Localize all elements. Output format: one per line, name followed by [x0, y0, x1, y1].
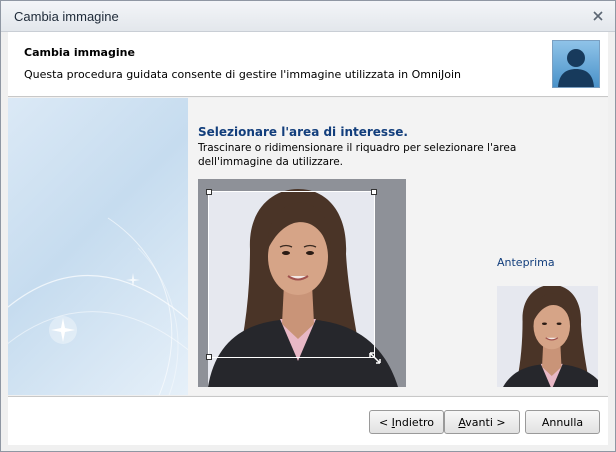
crop-handle-top-left[interactable]: [206, 189, 212, 195]
preview-image: [497, 286, 598, 387]
back-label-rest: ndietro: [394, 415, 435, 429]
header-description: Questa procedura guidata consente di ges…: [24, 68, 462, 81]
next-button[interactable]: Avanti >: [444, 410, 520, 434]
section-title: Selezionare l'area di interesse.: [198, 125, 408, 139]
wizard-content: Selezionare l'area di interesse. Trascin…: [188, 98, 608, 395]
crop-selection-rectangle[interactable]: [206, 189, 381, 364]
header-title: Cambia immagine: [24, 46, 135, 59]
next-label-rest: vanti >: [465, 415, 506, 429]
back-label-prefix: <: [378, 415, 392, 429]
crop-handle-top-right[interactable]: [371, 189, 377, 195]
close-icon[interactable]: [591, 9, 605, 23]
back-button[interactable]: < Indietro: [369, 410, 444, 434]
resize-diagonal-icon[interactable]: [368, 351, 382, 365]
title-bar[interactable]: Cambia immagine: [1, 1, 615, 32]
user-silhouette-icon: [552, 40, 600, 88]
dialog-window: Cambia immagine Cambia immagine Questa p…: [0, 0, 616, 452]
wizard-footer: < Indietro Avanti > Annulla: [8, 396, 608, 445]
cancel-button[interactable]: Annulla: [525, 410, 600, 434]
section-description: Trascinare o ridimensionare il riquadro …: [198, 142, 517, 168]
wizard-side-banner: [8, 98, 188, 395]
window-title: Cambia immagine: [14, 9, 119, 24]
wizard-header: Cambia immagine Questa procedura guidata…: [8, 32, 608, 97]
image-crop-area[interactable]: [198, 179, 406, 387]
preview-label: Anteprima: [497, 256, 555, 269]
crop-handle-bottom-left[interactable]: [206, 354, 212, 360]
